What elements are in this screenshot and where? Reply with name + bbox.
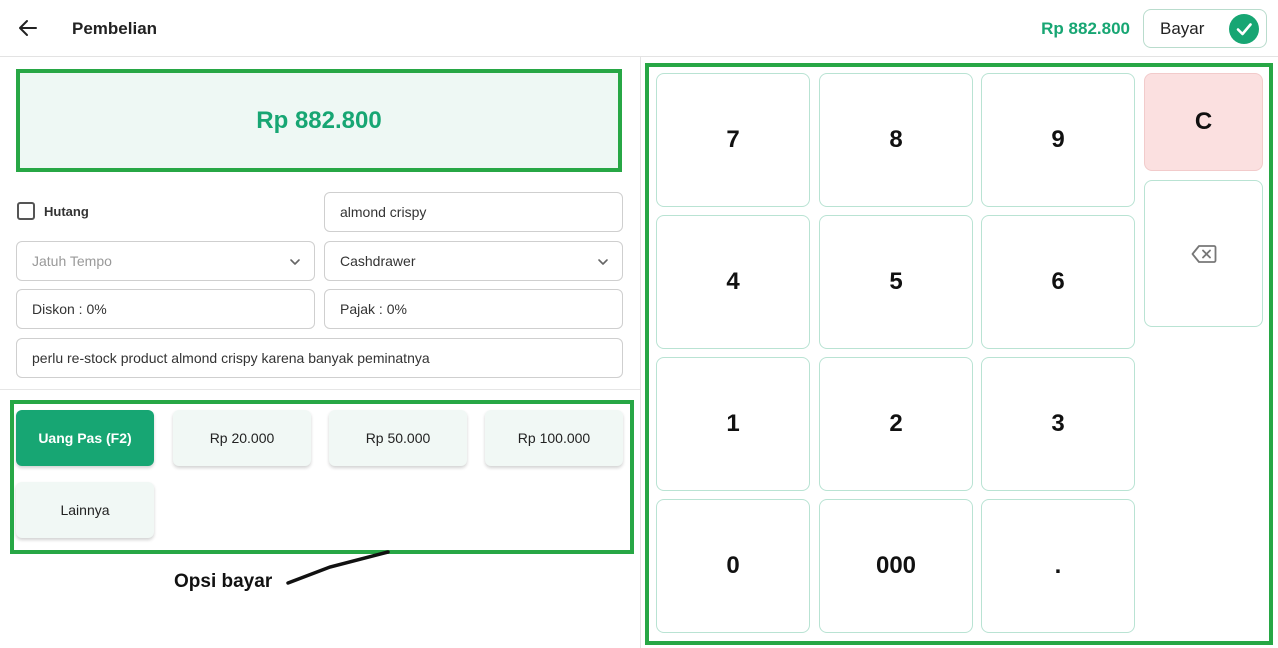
- key-9[interactable]: 9: [981, 73, 1135, 207]
- key-decimal[interactable]: .: [981, 499, 1135, 633]
- column-separator: [640, 57, 641, 648]
- annotation-arrow: [286, 550, 390, 585]
- key-6[interactable]: 6: [981, 215, 1135, 349]
- key-7[interactable]: 7: [656, 73, 810, 207]
- backspace-key[interactable]: [1144, 180, 1263, 327]
- header-total-amount: Rp 882.800: [1041, 19, 1130, 38]
- check-circle-icon: [1229, 14, 1259, 44]
- key-8[interactable]: 8: [819, 73, 973, 207]
- clear-key[interactable]: C: [1144, 73, 1263, 171]
- pay-button[interactable]: Bayar: [1143, 9, 1267, 48]
- pay-button-label: Bayar: [1160, 18, 1205, 38]
- backspace-icon: [1191, 244, 1216, 263]
- key-0[interactable]: 0: [656, 499, 810, 633]
- annotation-label: Opsi bayar: [174, 571, 273, 592]
- key-000[interactable]: 000: [819, 499, 973, 633]
- key-5[interactable]: 5: [819, 215, 973, 349]
- key-1[interactable]: 1: [656, 357, 810, 491]
- key-4[interactable]: 4: [656, 215, 810, 349]
- key-3[interactable]: 3: [981, 357, 1135, 491]
- key-2[interactable]: 2: [819, 357, 973, 491]
